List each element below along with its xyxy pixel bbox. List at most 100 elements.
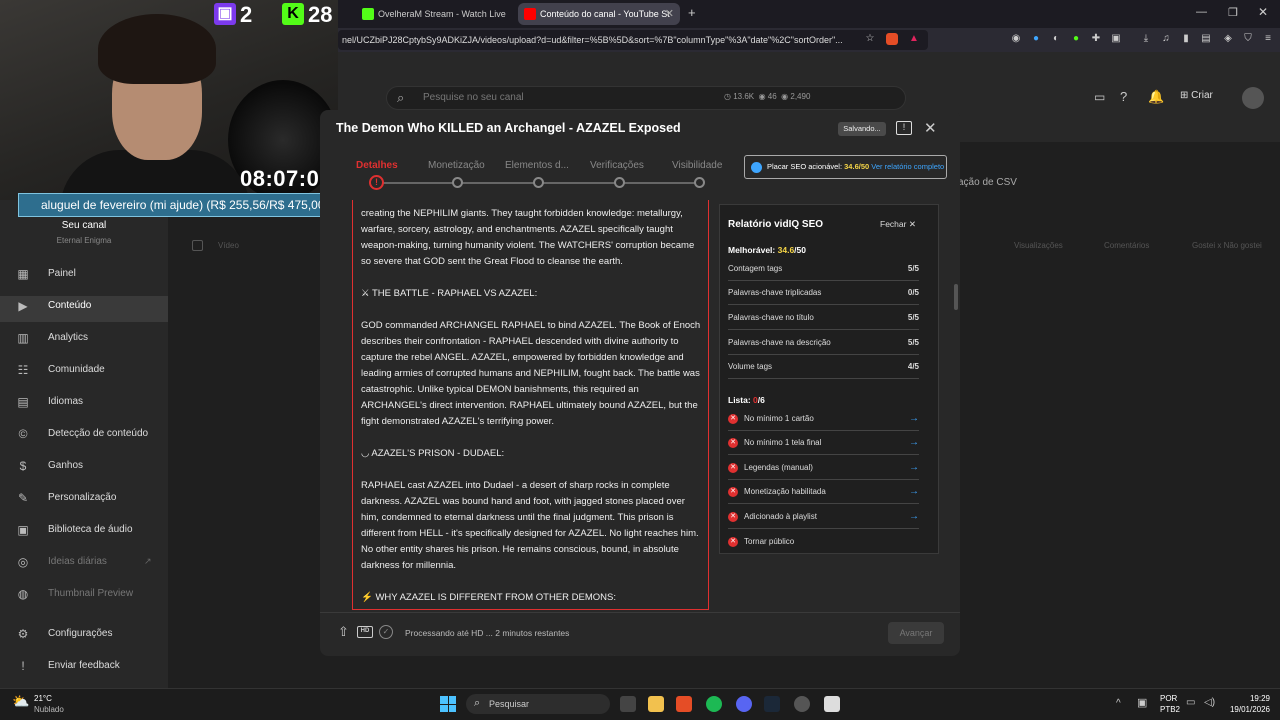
feedback-alert-icon[interactable]: !: [896, 121, 912, 135]
network-icon[interactable]: ▭: [1186, 697, 1195, 708]
tab-details[interactable]: Detalhes: [356, 160, 398, 171]
brave-shield-icon[interactable]: [886, 33, 898, 45]
sidebar-item-audio-library[interactable]: ▣ Biblioteca de áudio: [16, 520, 132, 540]
close-dialog-icon[interactable]: ✕: [924, 119, 937, 137]
music-icon[interactable]: ♫: [1160, 33, 1172, 45]
minimize-icon[interactable]: —: [1196, 6, 1207, 18]
create-button[interactable]: ⊞ Criar: [1180, 90, 1213, 101]
checklist-item-public[interactable]: ✕ Tornar público: [728, 530, 919, 554]
step-visibility-dot[interactable]: [694, 177, 705, 188]
arrow-right-icon[interactable]: →: [909, 456, 919, 480]
tab-monetization[interactable]: Monetização: [428, 160, 485, 171]
menu-icon[interactable]: ≡: [1262, 33, 1274, 45]
clock-date[interactable]: 19/01/2026: [1222, 705, 1270, 714]
sidebar-item-settings[interactable]: ⚙ Configurações: [16, 624, 113, 644]
sidebar-item-earn[interactable]: $ Ganhos: [16, 456, 83, 476]
extension-1-icon[interactable]: ◉: [1010, 33, 1022, 45]
puzzle-icon[interactable]: ✚: [1090, 33, 1102, 45]
step-checks-dot[interactable]: [614, 177, 625, 188]
column-comments[interactable]: Comentários: [1104, 241, 1149, 250]
seo-score-badge[interactable]: Placar SEO acionável: 34.6/50 Ver relató…: [744, 155, 947, 179]
file-explorer-icon[interactable]: [648, 696, 664, 712]
sidebar-toggle-icon[interactable]: ▮: [1180, 33, 1192, 45]
tray-chevron-icon[interactable]: ^: [1116, 698, 1121, 709]
download-icon[interactable]: ⤓: [1140, 33, 1152, 45]
step-details-error-icon[interactable]: !: [369, 175, 384, 190]
arrow-right-icon[interactable]: →: [909, 407, 919, 431]
obs-icon[interactable]: [794, 696, 810, 712]
sidebar-item-feedback[interactable]: ! Enviar feedback: [16, 656, 119, 676]
extension-3-icon[interactable]: ◐: [1050, 33, 1062, 45]
vpn-icon[interactable]: ◈: [1222, 33, 1234, 45]
account-avatar[interactable]: [1242, 87, 1264, 109]
step-monetization-dot[interactable]: [452, 177, 463, 188]
tab-video-elements[interactable]: Elementos d...: [505, 160, 569, 171]
brave-browser-icon[interactable]: [676, 696, 692, 712]
sidebar-item-thumbnail[interactable]: ◍ Thumbnail Preview: [16, 584, 133, 604]
csv-export-label[interactable]: ação de CSV: [958, 177, 1017, 188]
close-window-icon[interactable]: ✕: [1258, 5, 1268, 19]
checklist-item-card[interactable]: ✕ No mínimo 1 cartão →: [728, 407, 919, 431]
fail-icon: ✕: [728, 537, 738, 547]
weather-icon[interactable]: ⛅: [12, 693, 29, 710]
sidebar-item-copyright[interactable]: © Detecção de conteúdo: [16, 424, 149, 444]
arrow-right-icon[interactable]: →: [909, 505, 919, 529]
select-all-checkbox[interactable]: [192, 240, 203, 251]
clock-time[interactable]: 19:29: [1222, 694, 1270, 703]
search-input[interactable]: ⌕ Pesquise no seu canal: [386, 86, 906, 110]
checklist-item-playlist[interactable]: ✕ Adicionado à playlist →: [728, 505, 919, 529]
column-likes[interactable]: Gostei x Não gostei: [1192, 241, 1262, 250]
arrow-right-icon[interactable]: →: [909, 480, 919, 504]
tab-youtube-studio[interactable]: Conteúdo do canal - YouTube St ✕: [518, 3, 680, 25]
extension-2-icon[interactable]: ●: [1030, 33, 1042, 45]
seo-close-button[interactable]: Fechar ✕: [880, 219, 916, 230]
new-tab-icon[interactable]: +: [688, 5, 696, 20]
column-views[interactable]: Visualizações: [1014, 241, 1063, 250]
capcut-icon[interactable]: [824, 696, 840, 712]
checklist-item-captions[interactable]: ✕ Legendas (manual) →: [728, 456, 919, 480]
tab-checks[interactable]: Verificações: [590, 160, 644, 171]
notifications-icon[interactable]: 🔔: [1148, 89, 1164, 105]
arrow-right-icon[interactable]: →: [909, 431, 919, 455]
tab-visibility[interactable]: Visibilidade: [672, 160, 722, 171]
discord-icon[interactable]: [736, 696, 752, 712]
help-icon[interactable]: ?: [1120, 89, 1127, 104]
input-language[interactable]: POR: [1160, 694, 1177, 703]
task-view-icon[interactable]: [620, 696, 636, 712]
maximize-icon[interactable]: ❐: [1228, 6, 1238, 19]
column-video[interactable]: Vídeo: [218, 241, 239, 250]
keyboard-layout[interactable]: PTB2: [1160, 705, 1180, 714]
sidebar-item-dashboard[interactable]: ▦ Painel: [16, 264, 75, 284]
checklist-item-end-screen[interactable]: ✕ No mínimo 1 tela final →: [728, 431, 919, 455]
extension-6-icon[interactable]: ▣: [1110, 33, 1122, 45]
your-channel-label[interactable]: Seu canal: [0, 220, 168, 231]
taskbar-search[interactable]: ⌕ Pesquisar: [466, 694, 610, 714]
extension-4-icon[interactable]: ●: [1070, 33, 1082, 45]
tab-stream[interactable]: OvelheraM Stream - Watch Live o: [356, 3, 506, 25]
sidebar-item-content[interactable]: ▶ Conteúdo: [16, 296, 91, 316]
checklist-item-monetization[interactable]: ✕ Monetização habilitada →: [728, 480, 919, 504]
seo-report-link[interactable]: Ver relatório completo: [871, 162, 944, 171]
start-icon[interactable]: [440, 696, 456, 712]
url-field[interactable]: nel/UCZbiPJ28CptybSy9ADKiZJA/videos/uplo…: [338, 30, 928, 50]
wallet-icon[interactable]: ▤: [1200, 33, 1212, 45]
sidebar-item-community[interactable]: ☷ Comunidade: [16, 360, 105, 380]
rewards-icon[interactable]: ▲: [908, 33, 920, 45]
volume-icon[interactable]: ◁): [1204, 697, 1215, 708]
sidebar-item-languages[interactable]: ▤ Idiomas: [16, 392, 83, 412]
steam-icon[interactable]: [764, 696, 780, 712]
sidebar-item-customization[interactable]: ✎ Personalização: [16, 488, 116, 508]
upload-icon: ⇧: [338, 624, 349, 639]
step-elements-dot[interactable]: [533, 177, 544, 188]
next-button[interactable]: Avançar: [888, 622, 944, 644]
shield-icon[interactable]: ⛉: [1242, 33, 1254, 45]
star-icon[interactable]: ☆: [864, 33, 876, 45]
dialog-scrollbar[interactable]: [954, 284, 958, 310]
tray-app-icon[interactable]: ▣: [1137, 696, 1147, 709]
sidebar-item-ideas[interactable]: ◎ Ideias diárias: [16, 552, 107, 572]
description-textarea[interactable]: creating the NEPHILIM giants. They taugh…: [352, 200, 709, 610]
sidebar-item-analytics[interactable]: ▥ Analytics: [16, 328, 88, 348]
messages-icon[interactable]: ▭: [1094, 90, 1105, 104]
close-tab-icon[interactable]: ✕: [665, 3, 674, 25]
spotify-icon[interactable]: [706, 696, 722, 712]
